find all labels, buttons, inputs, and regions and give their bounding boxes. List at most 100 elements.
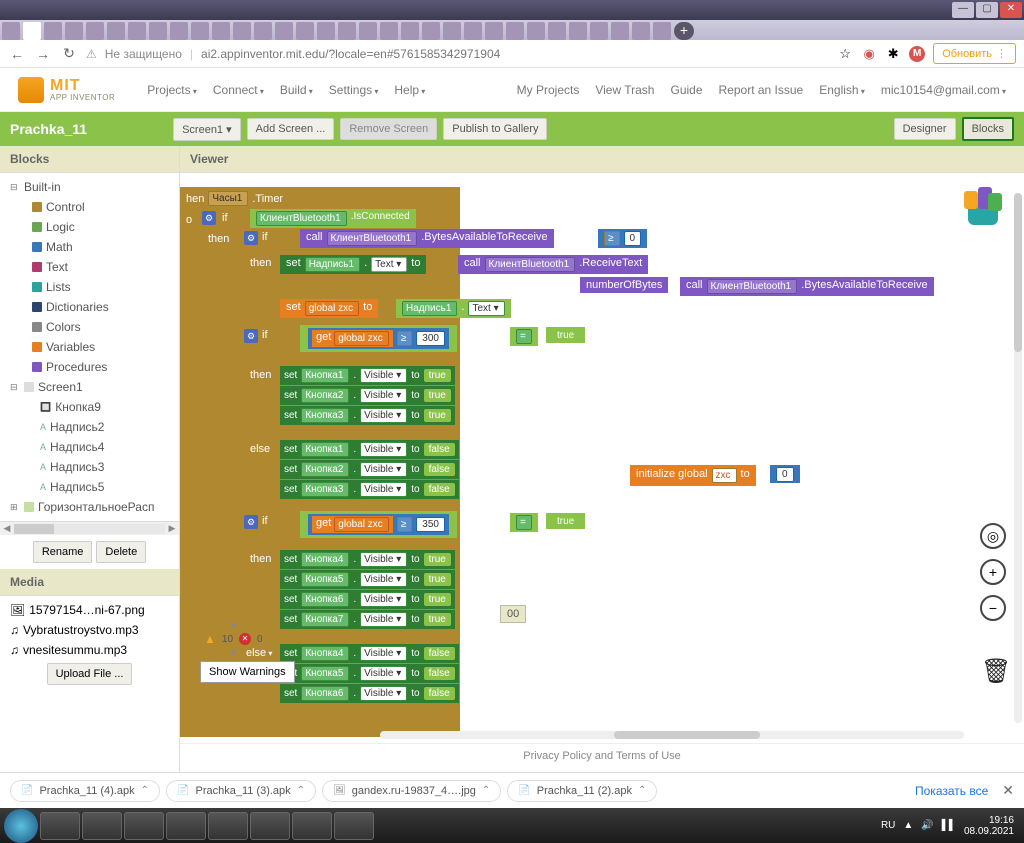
maximize-button[interactable]: ▢ bbox=[976, 2, 998, 18]
set-visible-block[interactable]: setКнопка1.Visible ▾tofalse bbox=[280, 440, 459, 459]
logo[interactable]: MIT APP INVENTOR bbox=[18, 77, 115, 103]
compare-block[interactable]: ≥0 bbox=[598, 229, 647, 248]
tab-icon[interactable] bbox=[2, 22, 20, 40]
new-tab-button[interactable]: + bbox=[674, 22, 694, 40]
center-button[interactable]: ◎ bbox=[980, 523, 1006, 549]
chevron-up-icon[interactable]: ▲ bbox=[228, 619, 238, 630]
show-all-downloads[interactable]: Показать все bbox=[915, 784, 988, 798]
extensions-icon[interactable]: ✱ bbox=[885, 46, 901, 62]
taskbar-app[interactable] bbox=[124, 812, 164, 840]
menu-help[interactable]: Help bbox=[388, 79, 431, 101]
if-block[interactable]: ⚙if bbox=[240, 327, 272, 345]
delete-button[interactable]: Delete bbox=[96, 541, 146, 563]
download-item[interactable]: 📄Prachka_11 (4).apk⌃ bbox=[10, 780, 160, 802]
link-trash[interactable]: View Trash bbox=[595, 83, 654, 97]
taskbar-app[interactable] bbox=[250, 812, 290, 840]
link-email[interactable]: mic10154@gmail.com bbox=[881, 83, 1006, 97]
tray-clock[interactable]: 19:1608.09.2021 bbox=[964, 815, 1014, 837]
set-visible-block[interactable]: setКнопка4.Visible ▾totrue bbox=[280, 550, 455, 569]
comp-item[interactable]: AНадпись2 bbox=[0, 417, 179, 437]
zoom-out-button[interactable]: − bbox=[980, 595, 1006, 621]
media-file[interactable]: ♫Vybratustroystvo.mp3 bbox=[10, 620, 169, 640]
set-visible-block[interactable]: setКнопка4.Visible ▾tofalse bbox=[280, 644, 459, 663]
taskbar-app[interactable] bbox=[40, 812, 80, 840]
link-language[interactable]: English bbox=[819, 83, 865, 97]
set-visible-block[interactable]: setКнопка3.Visible ▾tofalse bbox=[280, 480, 459, 499]
media-file[interactable]: ♫vnesitesummu.mp3 bbox=[10, 640, 169, 660]
canvas-vscroll[interactable] bbox=[1014, 193, 1022, 723]
show-warnings-button[interactable]: Show Warnings bbox=[200, 661, 295, 683]
blocks-button[interactable]: Blocks bbox=[962, 117, 1014, 141]
cat-text[interactable]: Text bbox=[0, 257, 179, 277]
expand-icon[interactable]: ⊞ bbox=[10, 502, 20, 513]
comp-item[interactable]: ГоризонтальноеРасп bbox=[38, 500, 154, 514]
chevron-down-icon[interactable]: ▼ bbox=[228, 648, 238, 659]
cat-logic[interactable]: Logic bbox=[0, 217, 179, 237]
taskbar-app[interactable] bbox=[82, 812, 122, 840]
set-visible-block[interactable]: setКнопка6.Visible ▾tofalse bbox=[280, 684, 459, 703]
cat-lists[interactable]: Lists bbox=[0, 277, 179, 297]
close-downloads-button[interactable]: ✕ bbox=[1002, 782, 1014, 799]
stray-number-block[interactable]: 00 bbox=[500, 605, 526, 623]
cat-variables[interactable]: Variables bbox=[0, 337, 179, 357]
remove-screen-button[interactable]: Remove Screen bbox=[340, 118, 437, 140]
cat-dictionaries[interactable]: Dictionaries bbox=[0, 297, 179, 317]
eq-block[interactable]: = bbox=[510, 327, 538, 346]
tree-hscroll[interactable]: ◀▶ bbox=[0, 521, 179, 535]
menu-build[interactable]: Build bbox=[274, 79, 319, 101]
menu-settings[interactable]: Settings bbox=[323, 79, 385, 101]
menu-connect[interactable]: Connect bbox=[207, 79, 270, 101]
trash-icon[interactable]: 🗑 bbox=[981, 657, 1005, 686]
rename-button[interactable]: Rename bbox=[33, 541, 93, 563]
set-visible-block[interactable]: setКнопка5.Visible ▾tofalse bbox=[280, 664, 459, 683]
tray-flag-icon[interactable]: ▌▌ bbox=[942, 820, 956, 831]
screen-selector[interactable]: Screen1 ▾ bbox=[173, 118, 241, 141]
footer-links[interactable]: Privacy Policy and Terms of Use bbox=[180, 743, 1024, 768]
address-text[interactable]: ai2.appinventor.mit.edu/?locale=en#57615… bbox=[201, 47, 829, 61]
link-report[interactable]: Report an Issue bbox=[719, 83, 804, 97]
taskbar-app[interactable] bbox=[166, 812, 206, 840]
comp-item[interactable]: AНадпись4 bbox=[0, 437, 179, 457]
if-block[interactable]: ⚙if bbox=[240, 229, 272, 247]
cat-procedures[interactable]: Procedures bbox=[0, 357, 179, 377]
builtin-label[interactable]: Built-in bbox=[24, 180, 61, 194]
start-button[interactable] bbox=[4, 809, 38, 843]
collapse-icon[interactable]: ⊟ bbox=[10, 382, 20, 393]
tray-up-icon[interactable]: ▲ bbox=[903, 820, 913, 831]
expr-container[interactable]: getglobal zxc ≥ 300 bbox=[300, 325, 457, 352]
number-block[interactable]: 0 bbox=[770, 465, 800, 483]
close-button[interactable]: ✕ bbox=[1000, 2, 1022, 18]
taskbar-app[interactable] bbox=[208, 812, 248, 840]
cat-colors[interactable]: Colors bbox=[0, 317, 179, 337]
taskbar-app[interactable] bbox=[292, 812, 332, 840]
backpack-icon[interactable] bbox=[958, 181, 1008, 231]
tab-active[interactable] bbox=[23, 22, 41, 40]
canvas-hscroll[interactable] bbox=[380, 731, 964, 739]
minimize-button[interactable]: — bbox=[952, 2, 974, 18]
upload-button[interactable]: Upload File ... bbox=[47, 663, 133, 685]
set-visible-block[interactable]: setКнопка5.Visible ▾totrue bbox=[280, 570, 455, 589]
download-item[interactable]: 📄Prachka_11 (2).apk⌃ bbox=[507, 780, 657, 802]
download-item[interactable]: 🖼gandex.ru-19837_4….jpg⌃ bbox=[322, 780, 501, 802]
set-block[interactable]: setНадпись1.Text ▾to bbox=[280, 255, 426, 274]
link-myprojects[interactable]: My Projects bbox=[517, 83, 580, 97]
call-block[interactable]: callКлиентBluetooth1.ReceiveText bbox=[458, 255, 648, 274]
collapse-icon[interactable]: ⊟ bbox=[10, 182, 20, 193]
zoom-in-button[interactable]: + bbox=[980, 559, 1006, 585]
set-var-block[interactable]: setglobal zxcto bbox=[280, 299, 378, 318]
blocks-tree[interactable]: ⊟Built-in Control Logic Math Text Lists … bbox=[0, 173, 179, 521]
init-global-block[interactable]: initialize globalzxcto bbox=[630, 465, 756, 486]
property-block[interactable]: КлиентBluetooth1.IsConnected bbox=[250, 209, 416, 228]
download-item[interactable]: 📄Prachka_11 (3).apk⌃ bbox=[166, 780, 316, 802]
call-block[interactable]: callКлиентBluetooth1.BytesAvailableToRec… bbox=[300, 229, 554, 248]
property-block[interactable]: Надпись1.Text ▾ bbox=[396, 299, 511, 318]
media-file[interactable]: 🖼15797154…ni-67.png bbox=[10, 600, 169, 620]
designer-button[interactable]: Designer bbox=[894, 118, 956, 140]
set-visible-block[interactable]: setКнопка7.Visible ▾totrue bbox=[280, 610, 455, 629]
tab[interactable] bbox=[44, 22, 62, 40]
menu-projects[interactable]: Projects bbox=[141, 79, 203, 101]
blocks-canvas[interactable]: henЧасы1.Timer o ⚙if КлиентBluetooth1.Is… bbox=[180, 173, 1024, 743]
taskbar-app[interactable] bbox=[334, 812, 374, 840]
if-block[interactable]: ⚙if bbox=[240, 513, 272, 531]
expr-container[interactable]: getglobal zxc ≥ 350 bbox=[300, 511, 457, 538]
